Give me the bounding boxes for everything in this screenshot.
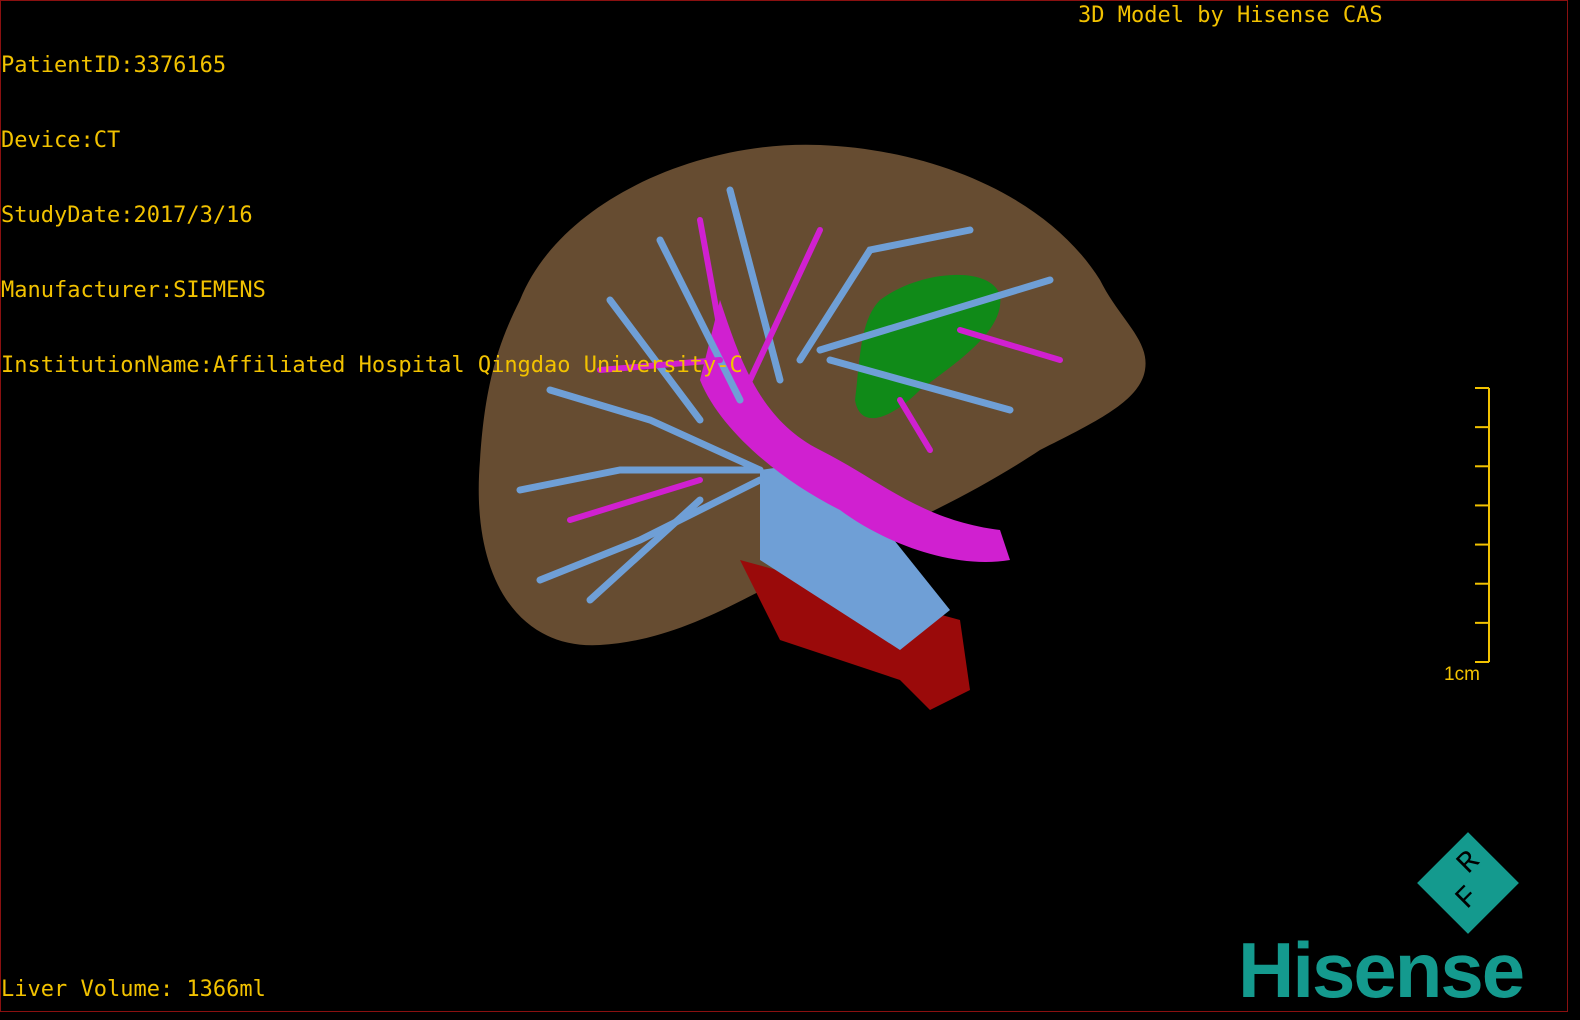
device: Device:CT (1, 128, 121, 153)
institution-name: InstitutionName:Affiliated Hospital Qing… (1, 353, 743, 378)
manufacturer: Manufacturer:SIEMENS (1, 278, 266, 303)
scale-bar-label: 1cm (1444, 664, 1480, 685)
liver-volume: Liver Volume: 1366ml (1, 977, 266, 1002)
dicom-info-overlay: PatientID:3376165 Device:CT StudyDate:20… (1, 3, 743, 403)
patient-id: PatientID:3376165 (1, 53, 227, 78)
brand-caption: 3D Model by Hisense CAS (1078, 3, 1383, 28)
hisense-logo: Hisense (1238, 926, 1525, 1014)
study-date: StudyDate:2017/3/16 (1, 203, 253, 228)
